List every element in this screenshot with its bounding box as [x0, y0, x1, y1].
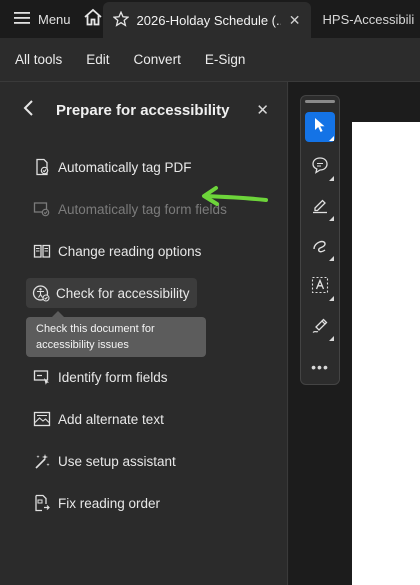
item-label: Check for accessibility: [56, 285, 190, 301]
item-label: Identify form fields: [58, 369, 168, 385]
item-label: Automatically tag PDF: [58, 159, 192, 175]
item-label: Fix reading order: [58, 495, 161, 511]
setup-assistant-icon: [32, 451, 52, 471]
tag-pdf-icon: [32, 157, 52, 177]
item-label: Use setup assistant: [58, 453, 176, 469]
add-alternate-text-item[interactable]: Add alternate text: [26, 404, 172, 434]
text-select-tool-button[interactable]: [305, 272, 335, 302]
close-tab-icon[interactable]: ✕: [289, 12, 301, 29]
reading-options-icon: [32, 241, 52, 261]
comment-icon: [311, 156, 329, 179]
tab-bar: Menu 2026-Holday Schedule (... ✕ HPS-Acc…: [0, 0, 420, 38]
select-tool-button[interactable]: [305, 112, 335, 142]
use-setup-assistant-item[interactable]: Use setup assistant: [26, 446, 184, 476]
fix-reading-order-item[interactable]: Fix reading order: [26, 488, 168, 518]
home-button[interactable]: [83, 0, 103, 38]
hamburger-icon: [14, 11, 30, 28]
form-fields-icon: [32, 367, 52, 387]
edit-menu[interactable]: Edit: [86, 52, 109, 67]
change-reading-options-item[interactable]: Change reading options: [26, 236, 209, 266]
text-select-icon: [311, 276, 329, 299]
reading-order-icon: [32, 493, 52, 513]
main-toolbar: All tools Edit Convert E-Sign: [0, 38, 420, 82]
automatically-tag-pdf-item[interactable]: Automatically tag PDF: [26, 152, 200, 182]
more-icon: •••: [311, 359, 329, 375]
panel-title: Prepare for accessibility: [56, 101, 230, 119]
freehand-draw-icon: [311, 236, 329, 259]
highlight-tool-button[interactable]: [305, 192, 335, 222]
select-pointer-icon: [313, 117, 327, 138]
star-icon[interactable]: [111, 10, 130, 30]
signature-icon: [311, 316, 329, 339]
comment-tool-button[interactable]: [305, 152, 335, 182]
convert-menu[interactable]: Convert: [134, 52, 181, 67]
menu-label: Menu: [38, 11, 71, 27]
menu-button[interactable]: Menu: [0, 0, 83, 38]
accessibility-check-icon: [32, 283, 50, 303]
quick-tools-strip: •••: [300, 95, 340, 385]
tooltip: Check this document for accessibility is…: [26, 311, 206, 357]
tag-form-fields-icon: [32, 199, 52, 219]
tab-2026-holiday-schedule[interactable]: 2026-Holday Schedule (... ✕: [102, 2, 311, 38]
item-label: Add alternate text: [58, 411, 164, 427]
accessibility-panel: Prepare for accessibility ✕ Automaticall…: [0, 82, 288, 585]
item-label: Change reading options: [58, 243, 202, 259]
draw-tool-button[interactable]: [305, 232, 335, 262]
tab-title: 2026-Holday Schedule (...: [136, 12, 281, 28]
highlight-pen-icon: [311, 196, 329, 219]
tab-title: HPS-Accessibili: [322, 11, 415, 27]
tab-hps-accessibility[interactable]: HPS-Accessibili: [311, 0, 420, 38]
close-panel-icon[interactable]: ✕: [256, 101, 269, 119]
identify-form-fields-item[interactable]: Identify form fields: [26, 362, 176, 392]
panel-header: Prepare for accessibility ✕: [22, 98, 269, 122]
drag-handle[interactable]: [305, 100, 335, 103]
e-sign-menu[interactable]: E-Sign: [205, 52, 246, 67]
sign-tool-button[interactable]: [305, 312, 335, 342]
more-tools-button[interactable]: •••: [305, 352, 335, 382]
home-icon: [83, 8, 103, 31]
all-tools-menu[interactable]: All tools: [15, 52, 62, 67]
back-chevron-icon[interactable]: [22, 99, 42, 122]
document-page[interactable]: [352, 122, 420, 585]
annotation-arrow-icon: [202, 186, 268, 206]
alt-text-icon: [32, 409, 52, 429]
check-for-accessibility-item[interactable]: Check for accessibility: [26, 278, 197, 308]
